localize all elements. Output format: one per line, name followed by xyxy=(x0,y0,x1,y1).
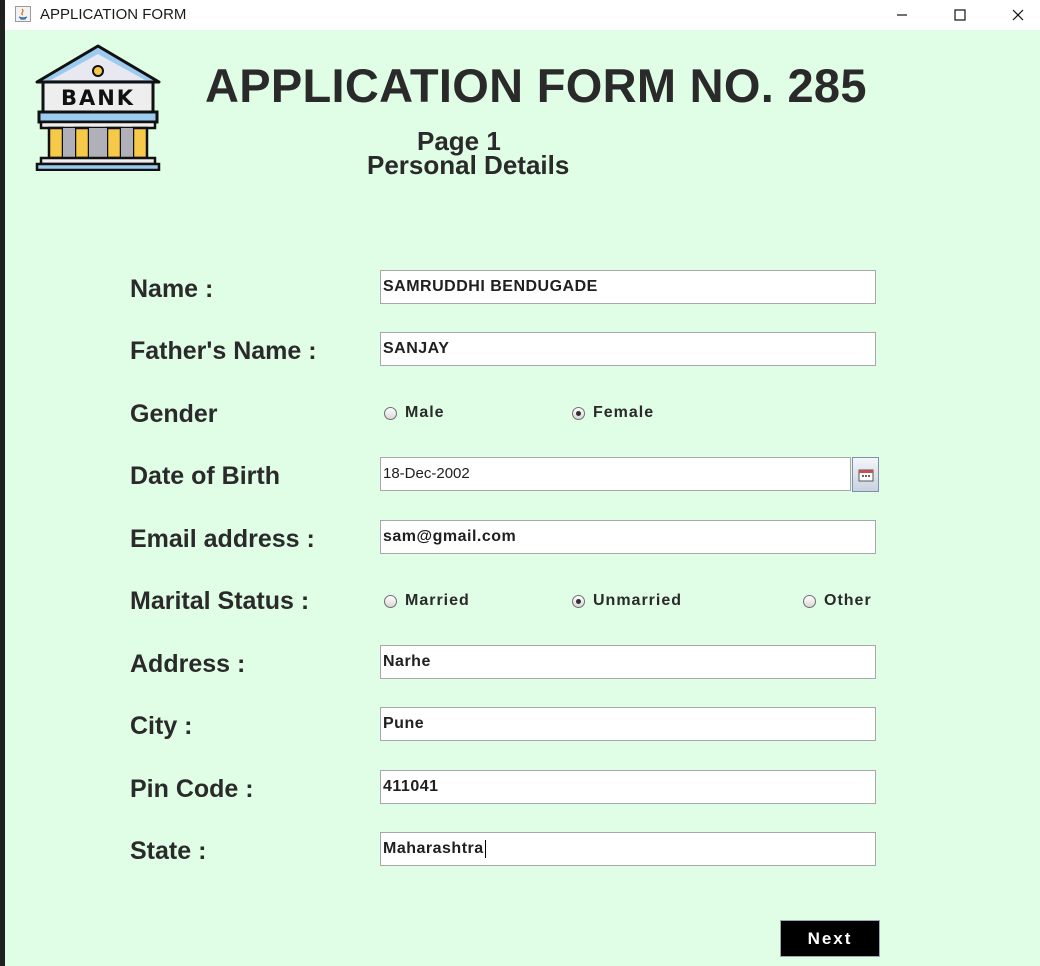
father-name-label: Father's Name : xyxy=(130,337,317,365)
city-field[interactable]: Pune xyxy=(380,707,876,741)
radio-unchecked-icon xyxy=(384,406,397,420)
gender-female-radio[interactable]: Female xyxy=(572,404,654,422)
bank-building-icon: BANK xyxy=(35,44,161,171)
pin-code-label: Pin Code : xyxy=(130,775,254,803)
marital-married-label: Married xyxy=(405,592,470,609)
minimize-icon[interactable] xyxy=(873,0,931,30)
java-app-icon xyxy=(15,6,31,22)
pin-code-field[interactable]: 411041 xyxy=(380,770,876,804)
calendar-button[interactable] xyxy=(852,457,879,492)
name-field[interactable]: SAMRUDDHI BENDUGADE xyxy=(380,270,876,304)
bank-logo-text: BANK xyxy=(61,86,135,110)
marital-unmarried-label: Unmarried xyxy=(593,592,683,609)
father-name-field[interactable]: SANJAY xyxy=(380,332,876,366)
email-field[interactable]: sam@gmail.com xyxy=(380,520,876,554)
dob-label: Date of Birth xyxy=(130,462,280,490)
email-label: Email address : xyxy=(130,525,315,553)
address-label: Address : xyxy=(130,650,246,678)
radio-checked-icon xyxy=(572,594,585,608)
gender-male-radio[interactable]: Male xyxy=(384,404,445,422)
form-panel: BANK APPLICATION FORM NO. 285 Page 1 Per… xyxy=(5,30,1040,966)
window-title: APPLICATION FORM xyxy=(40,6,187,23)
address-field[interactable]: Narhe xyxy=(380,645,876,679)
gender-female-label: Female xyxy=(593,404,655,421)
next-button[interactable]: Next xyxy=(780,920,880,957)
marital-unmarried-radio[interactable]: Unmarried xyxy=(572,592,682,610)
marital-status-label: Marital Status : xyxy=(130,587,310,615)
form-title: APPLICATION FORM NO. 285 xyxy=(205,59,867,112)
radio-unchecked-icon xyxy=(803,594,816,608)
state-field[interactable]: Maharashtra xyxy=(380,832,876,866)
calendar-icon xyxy=(858,469,873,481)
city-label: City : xyxy=(130,712,193,740)
dob-field[interactable]: 18-Dec-2002 xyxy=(380,457,851,491)
marital-married-radio[interactable]: Married xyxy=(384,592,470,610)
name-label: Name : xyxy=(130,275,214,303)
close-icon[interactable] xyxy=(989,0,1040,30)
marital-other-radio[interactable]: Other xyxy=(803,592,872,610)
state-label: State : xyxy=(130,837,207,865)
maximize-icon[interactable] xyxy=(931,0,989,30)
state-value: Maharashtra xyxy=(383,840,484,857)
radio-checked-icon xyxy=(572,406,585,420)
gender-label: Gender xyxy=(130,400,218,428)
gender-male-label: Male xyxy=(405,404,445,421)
marital-other-label: Other xyxy=(824,592,872,609)
section-subtitle: Personal Details xyxy=(367,150,570,180)
radio-unchecked-icon xyxy=(384,594,397,608)
title-bar[interactable]: APPLICATION FORM xyxy=(5,0,1040,30)
text-cursor xyxy=(484,839,486,858)
